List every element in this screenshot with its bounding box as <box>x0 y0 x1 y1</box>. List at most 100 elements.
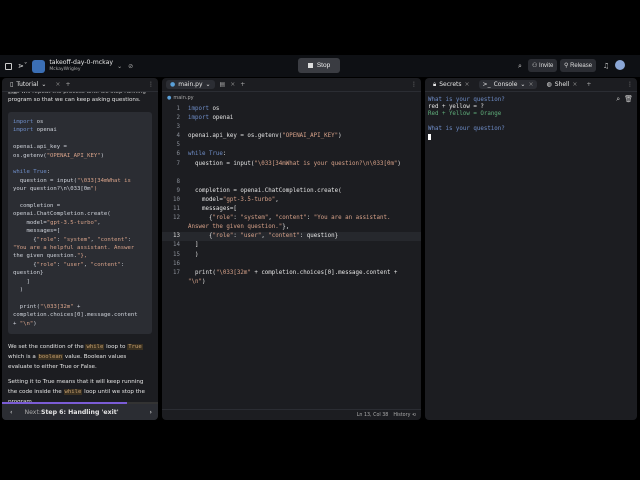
close-icon[interactable]: × <box>572 81 577 88</box>
tutorial-code-line: {"role": "user", "content": <box>13 261 125 268</box>
tab-shell[interactable]: ◍ Shell × <box>542 80 581 89</box>
close-icon[interactable]: × <box>230 81 235 88</box>
tutorial-code-line: import os <box>13 119 44 125</box>
code-line[interactable]: 17 print("\033[32m" + completion.choices… <box>162 269 421 287</box>
close-icon[interactable]: × <box>528 81 533 88</box>
tutorial-code-line: "You are a helpful assistant. Answer <box>13 245 135 252</box>
add-tab-icon[interactable]: + <box>586 81 591 88</box>
tab-tutorial[interactable]: ▯ Tutorial ⌄ <box>6 80 50 89</box>
history-button[interactable]: History ⟲ <box>393 413 416 418</box>
line-text: openai.api_key = os.getenv("OPENAI_API_K… <box>188 133 342 140</box>
editor-panel: ● main.py ⌄ ▤ × + ⋮ ● main.py 1 import os 2 im… <box>162 78 421 420</box>
code-line[interactable]: 8 <box>162 178 421 187</box>
line-text: ] <box>188 242 199 249</box>
tab-main-py[interactable]: ● main.py ⌄ <box>166 80 215 89</box>
line-text: print("\033[32m" + completion.choices[0]… <box>188 269 401 285</box>
repl-name[interactable]: takeoff-day-0-mckay <box>49 59 113 66</box>
intro-text: program so that we can keep asking quest… <box>8 97 141 103</box>
tab-console[interactable]: >_ Console ⌄ × <box>478 80 538 89</box>
line-text: question = input("\033[34mWhat is your q… <box>188 160 401 167</box>
code-line[interactable]: 11 messages=[ <box>162 205 421 214</box>
console-output[interactable]: What is your question? red + yellow = ? Re… <box>425 92 637 145</box>
tutorial-code-line: ] <box>13 278 30 285</box>
repl-avatar <box>32 59 46 73</box>
user-avatar[interactable] <box>615 60 625 70</box>
code-line[interactable]: 9 completion = openai.ChatCompletion.cre… <box>162 187 421 196</box>
code-line[interactable]: 1 import os <box>162 105 421 114</box>
tutorial-code-line: while True: <box>13 169 51 176</box>
line-text: completion = openai.ChatCompletion.creat… <box>188 187 342 194</box>
line-text: while True: <box>188 151 227 158</box>
tutorial-code-line: openai.api_key = <box>13 144 67 151</box>
tutorial-panel: ▯ Tutorial ⌄ × + ⋮ This will repeat the pr… <box>2 78 158 420</box>
code-line[interactable]: 15 ) <box>162 251 421 260</box>
code-line[interactable]: 16 <box>162 260 421 269</box>
repl-owner[interactable]: MckayWrigley <box>49 66 113 73</box>
tutorial-code-line <box>13 135 147 143</box>
console-cursor[interactable] <box>428 134 431 140</box>
console-panel: 🔒︎ Secrets × >_ Console ⌄ × ◍ Shell × + ⋮ ⌕ 🗑︎ W… <box>425 78 637 420</box>
search-icon[interactable]: ⌕ <box>518 62 522 71</box>
line-number: 2 <box>176 115 181 122</box>
more-icon[interactable]: ⋮ <box>148 81 154 88</box>
line-number: 10 <box>173 196 180 203</box>
stop-button[interactable]: Stop <box>298 58 340 73</box>
line-number: 5 <box>176 142 181 149</box>
line-number: 15 <box>173 251 180 258</box>
code-line[interactable]: 4 openai.api_key = os.getenv("OPENAI_API_… <box>162 132 421 141</box>
code-line[interactable]: 3 <box>162 123 421 132</box>
sidebar-toggle-icon[interactable] <box>5 62 12 70</box>
close-icon[interactable]: × <box>465 81 470 88</box>
invite-button[interactable]: ⚇ Invite <box>528 59 558 72</box>
tab-secrets[interactable]: 🔒︎ Secrets × <box>429 80 474 90</box>
more-icon[interactable]: ⋮ <box>411 81 417 88</box>
next-step-bar[interactable]: ‹ Next: Step 6: Handling 'exit' › <box>2 404 158 420</box>
close-icon[interactable]: × <box>55 81 60 88</box>
line-number: 14 <box>173 242 180 249</box>
code-line[interactable]: 2 import openai <box>162 114 421 123</box>
line-number: 12 <box>173 215 180 222</box>
code-line[interactable]: 14 ] <box>162 241 421 250</box>
line-number: 13 <box>173 233 180 240</box>
line-number: 3 <box>176 124 181 131</box>
code-line[interactable]: 13 {"role": "user", "content": question} <box>162 232 421 242</box>
bell-icon[interactable]: ♫ <box>603 62 609 70</box>
code-line[interactable]: 6 while True: <box>162 150 421 159</box>
next-icon[interactable]: › <box>144 409 158 416</box>
chevron-down-icon: ⌄ <box>41 81 47 88</box>
tutorial-code-line: question} <box>13 270 44 277</box>
tutorial-code-line: os.getenv("OPENAI_API_KEY") <box>13 152 104 159</box>
line-text: {"role": "user", "content": question} <box>188 233 339 240</box>
search-icon[interactable]: ⌕ <box>616 95 620 104</box>
line-text: import os <box>188 106 220 112</box>
tutorial-code-line: openai.ChatCompletion.create( <box>13 211 111 218</box>
tutorial-code-line: print("\033[32m" + <box>13 303 81 310</box>
chevron-down-icon[interactable]: ⌄ <box>117 63 122 70</box>
code-line[interactable]: 10 model="gpt-3.5-turbo", <box>162 196 421 205</box>
add-tab-icon[interactable]: + <box>240 81 245 88</box>
tutorial-code-block: import os import openai openai.api_key = os… <box>8 112 152 335</box>
file-icon[interactable]: ▤ <box>220 81 226 88</box>
terminal-icon: >_ <box>482 81 491 88</box>
python-icon: ● <box>170 81 176 88</box>
code-line[interactable]: 12 {"role": "system", "content": "You ar… <box>162 214 421 232</box>
repl-title[interactable]: takeoff-day-0-mckay MckayWrigley <box>49 59 113 73</box>
more-icon[interactable]: ⋮ <box>627 81 633 88</box>
previous-icon[interactable]: ‹ <box>2 409 20 416</box>
code-line[interactable]: 7 question = input("\033[34mWhat is your… <box>162 160 421 178</box>
line-text: {"role": "system", "content": "You are a… <box>188 215 394 231</box>
add-tab-icon[interactable]: + <box>65 81 70 88</box>
run-menu-icon[interactable]: ⋗ˇ <box>18 62 27 70</box>
tutorial-code-line: completion.choices[0].message.content <box>13 312 138 319</box>
lock-icon: 🔒︎ <box>433 80 437 88</box>
next-step-link[interactable]: Step 6: Handling 'exit' <box>41 409 119 416</box>
tutorial-code-line <box>13 160 147 168</box>
stop-icon <box>307 63 313 68</box>
code-editor[interactable]: 1 import os 2 import openai 3 4 openai.api_key… <box>162 103 421 287</box>
line-text: import openai <box>188 115 234 122</box>
breadcrumb[interactable]: ● main.py <box>162 92 421 103</box>
trash-icon[interactable]: 🗑︎ <box>624 95 633 104</box>
cursor-position[interactable]: Ln 13, Col 38 <box>357 413 389 418</box>
release-button[interactable]: ⚲ Release <box>560 59 597 72</box>
code-line[interactable]: 5 <box>162 141 421 150</box>
